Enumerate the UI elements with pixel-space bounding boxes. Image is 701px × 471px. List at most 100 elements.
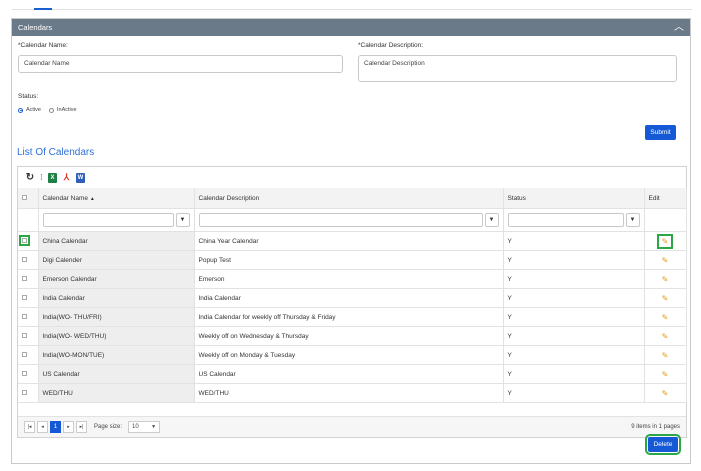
row-checkbox[interactable] bbox=[22, 276, 27, 282]
filter-cell-edit bbox=[644, 208, 687, 232]
cell-description: India Calendar for weekly off Thursday &… bbox=[194, 307, 504, 327]
filter-row: ▼ ▼ ▼ bbox=[18, 208, 687, 232]
cell-name: India(WO- THU/FRI) bbox=[38, 307, 195, 327]
table-row[interactable]: Digi Calender Popup Test Y ✎ bbox=[18, 250, 687, 270]
pdf-icon[interactable]: ⅄ bbox=[62, 172, 71, 183]
status-label: Status: bbox=[18, 93, 39, 100]
cell-description: US Calendar bbox=[194, 364, 504, 384]
column-header-description[interactable]: Calendar Description bbox=[194, 188, 504, 209]
cell-status: Y bbox=[503, 326, 645, 346]
pager-info: 9 items in 1 pages bbox=[631, 424, 680, 430]
cell-description: Weekly off on Monday & Tuesday bbox=[194, 345, 504, 365]
list-title: List Of Calendars bbox=[17, 147, 95, 158]
cell-status: Y bbox=[503, 345, 645, 365]
cell-status: Y bbox=[503, 364, 645, 384]
cell-name: Emerson Calendar bbox=[38, 269, 195, 289]
cell-description: Weekly off on Wednesday & Thursday bbox=[194, 326, 504, 346]
radio-inactive[interactable] bbox=[48, 107, 54, 113]
table-row[interactable]: India(WO- THU/FRI) India Calendar for we… bbox=[18, 307, 687, 327]
cell-description: Emerson bbox=[194, 269, 504, 289]
radio-active[interactable] bbox=[18, 107, 23, 113]
filter-input-description[interactable] bbox=[198, 213, 483, 227]
filter-input-status[interactable] bbox=[507, 213, 624, 227]
current-page-button[interactable]: 1 bbox=[50, 421, 61, 433]
panel-header[interactable]: Calendars ︿ bbox=[12, 19, 690, 36]
edit-pencil-icon[interactable]: ✎ bbox=[662, 332, 669, 341]
cell-status: Y bbox=[503, 250, 645, 270]
radio-active-label: Active bbox=[26, 107, 41, 113]
filter-icon[interactable]: ▼ bbox=[175, 213, 190, 227]
calendar-name-input[interactable]: Calendar Name bbox=[18, 55, 343, 73]
table-row[interactable]: China Calendar China Year Calendar Y ✎ bbox=[18, 231, 687, 251]
toolbar-separator: ⁞ bbox=[40, 173, 43, 182]
prev-page-button[interactable]: ◂ bbox=[37, 421, 48, 433]
excel-icon[interactable]: X bbox=[48, 172, 57, 183]
column-header-status[interactable]: Status bbox=[503, 188, 645, 209]
calendars-panel: Calendars ︿ *Calendar Name: Calendar Nam… bbox=[11, 18, 691, 464]
calendar-description-label: *Calendar Description: bbox=[358, 42, 424, 49]
word-icon[interactable]: W bbox=[76, 172, 85, 183]
top-tab-strip bbox=[12, 0, 692, 10]
cell-name: WED/THU bbox=[38, 383, 195, 403]
chevron-down-icon: ▼ bbox=[151, 424, 157, 430]
row-checkbox[interactable] bbox=[22, 333, 27, 339]
filter-icon[interactable]: ▼ bbox=[625, 213, 640, 227]
calendars-table: Calendar Name ▲ Calendar Description Sta… bbox=[18, 188, 687, 403]
column-name-label: Calendar Name bbox=[42, 194, 89, 202]
cell-name: US Calendar bbox=[38, 364, 195, 384]
row-checkbox[interactable] bbox=[22, 295, 27, 301]
cell-name: India Calendar bbox=[38, 288, 195, 308]
status-radio-group: Active InActive bbox=[18, 107, 77, 113]
submit-button[interactable]: Submit bbox=[645, 125, 676, 140]
select-all-checkbox[interactable] bbox=[22, 195, 27, 201]
cell-description: Popup Test bbox=[194, 250, 504, 270]
delete-button[interactable]: Delete bbox=[645, 434, 681, 455]
filter-cell-status: ▼ bbox=[503, 208, 645, 232]
last-page-button[interactable]: ▸| bbox=[76, 421, 87, 433]
table-row[interactable]: India(WO- WED/THU) Weekly off on Wednesd… bbox=[18, 326, 687, 346]
row-checkbox[interactable] bbox=[22, 371, 27, 377]
filter-cell-name: ▼ bbox=[38, 208, 195, 232]
edit-pencil-icon[interactable]: ✎ bbox=[662, 275, 669, 284]
refresh-icon[interactable]: ↻ bbox=[25, 172, 35, 183]
table-row[interactable]: US Calendar US Calendar Y ✎ bbox=[18, 364, 687, 384]
filter-icon[interactable]: ▼ bbox=[484, 213, 499, 227]
edit-pencil-icon[interactable]: ✎ bbox=[662, 313, 669, 322]
row-checkbox[interactable] bbox=[19, 235, 30, 247]
select-all-cell bbox=[18, 188, 39, 209]
cell-status: Y bbox=[503, 269, 645, 289]
chevron-up-icon[interactable]: ︿ bbox=[674, 22, 684, 33]
first-page-button[interactable]: |◂ bbox=[24, 421, 35, 433]
calendar-description-input[interactable]: Calendar Description bbox=[358, 55, 677, 82]
filter-cell-empty bbox=[18, 208, 39, 232]
cell-description: WED/THU bbox=[194, 383, 504, 403]
grid-pager: |◂ ◂ 1 ▸ ▸| Page size: 10 ▼ 9 items in 1 … bbox=[18, 416, 686, 437]
table-row[interactable]: Emerson Calendar Emerson Y ✎ bbox=[18, 269, 687, 289]
column-header-name[interactable]: Calendar Name ▲ bbox=[38, 188, 195, 209]
row-checkbox[interactable] bbox=[22, 352, 27, 358]
edit-pencil-icon[interactable]: ✎ bbox=[656, 233, 674, 249]
edit-pencil-icon[interactable]: ✎ bbox=[662, 370, 669, 379]
calendar-name-label: *Calendar Name: bbox=[18, 42, 68, 49]
calendars-grid: ↻ ⁞ X ⅄ W Calendar Name ▲ Calendar Descr… bbox=[17, 166, 687, 438]
panel-title: Calendars bbox=[18, 23, 53, 32]
page-size-select[interactable]: 10 ▼ bbox=[128, 421, 161, 433]
edit-pencil-icon[interactable]: ✎ bbox=[662, 351, 669, 360]
table-row[interactable]: India(WO-MON/TUE) Weekly off on Monday &… bbox=[18, 345, 687, 365]
page-size-value: 10 bbox=[132, 424, 139, 430]
table-row[interactable]: India Calendar India Calendar Y ✎ bbox=[18, 288, 687, 308]
cell-status: Y bbox=[503, 383, 645, 403]
cell-description: China Year Calendar bbox=[194, 231, 504, 251]
row-checkbox[interactable] bbox=[22, 257, 27, 263]
edit-pencil-icon[interactable]: ✎ bbox=[662, 389, 669, 398]
table-row[interactable]: WED/THU WED/THU Y ✎ bbox=[18, 383, 687, 403]
row-checkbox[interactable] bbox=[22, 314, 27, 320]
edit-pencil-icon[interactable]: ✎ bbox=[662, 256, 669, 265]
cell-status: Y bbox=[503, 288, 645, 308]
row-checkbox[interactable] bbox=[22, 390, 27, 396]
page-size-label: Page size: bbox=[94, 424, 123, 430]
filter-input-name[interactable] bbox=[42, 213, 174, 227]
cell-status: Y bbox=[503, 231, 645, 251]
next-page-button[interactable]: ▸ bbox=[63, 421, 74, 433]
edit-pencil-icon[interactable]: ✎ bbox=[662, 294, 669, 303]
